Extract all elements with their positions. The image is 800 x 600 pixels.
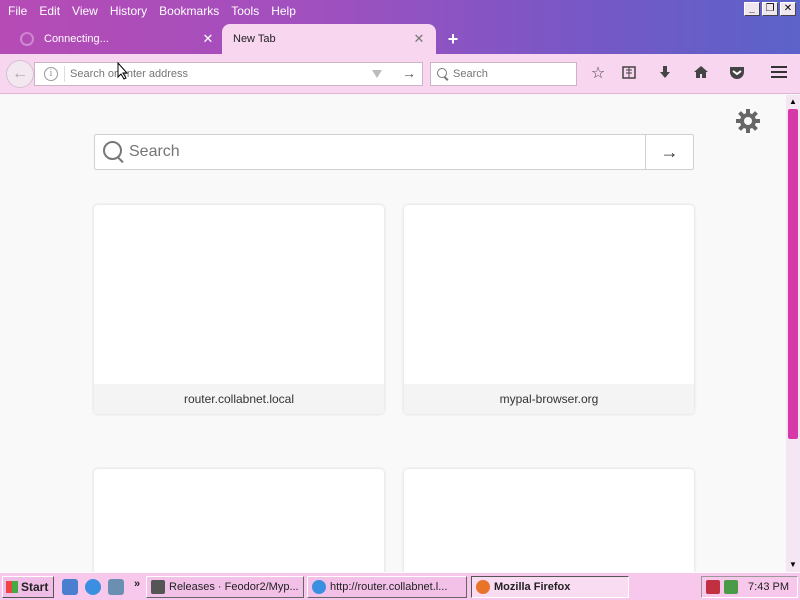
taskbar-item-label: Mozilla Firefox <box>494 581 571 593</box>
menu-history[interactable]: History <box>104 0 153 22</box>
tab-strip: Connecting... ✕ New Tab ✕ + <box>0 24 800 54</box>
menu-tools[interactable]: Tools <box>225 0 265 22</box>
star-icon[interactable]: ☆ <box>588 64 608 84</box>
info-icon[interactable]: i <box>44 67 58 81</box>
taskbar: Start » Releases · Feodor2/Myp... http:/… <box>0 572 800 600</box>
hamburger-menu-icon[interactable] <box>769 64 789 84</box>
download-icon[interactable] <box>655 64 675 84</box>
tab-title: Connecting... <box>44 33 109 45</box>
scroll-thumb[interactable] <box>788 109 798 439</box>
new-tab-page: → router.collabnet.local mypal-browser.o… <box>0 95 786 572</box>
taskbar-item[interactable]: Releases · Feodor2/Myp... <box>146 576 304 598</box>
tab-connecting[interactable]: Connecting... ✕ <box>0 24 225 54</box>
menu-bookmarks[interactable]: Bookmarks <box>153 0 225 22</box>
mypal-icon <box>151 580 165 594</box>
url-bar[interactable]: i → <box>34 62 423 86</box>
system-tray: 7:43 PM <box>701 576 798 598</box>
page-search-box[interactable]: → <box>94 134 694 170</box>
taskbar-item-label: http://router.collabnet.l... <box>330 581 448 593</box>
taskbar-item-label: Releases · Feodor2/Myp... <box>169 581 299 593</box>
reading-list-icon[interactable] <box>619 64 639 84</box>
search-icon <box>437 68 449 80</box>
top-site-tile[interactable] <box>404 469 694 572</box>
minimize-button[interactable]: _ <box>744 2 760 16</box>
start-button[interactable]: Start <box>2 576 54 598</box>
close-window-button[interactable]: ✕ <box>780 2 796 16</box>
menu-file[interactable]: File <box>2 0 33 22</box>
ie-browser-icon <box>312 580 326 594</box>
desktop-icon[interactable] <box>62 579 78 595</box>
tab-title: New Tab <box>233 33 276 45</box>
url-divider <box>64 66 65 82</box>
tab-new-tab[interactable]: New Tab ✕ <box>222 24 436 54</box>
search-submit-arrow-icon[interactable]: → <box>645 135 693 169</box>
top-site-label: router.collabnet.local <box>94 384 384 414</box>
mouse-cursor-icon <box>117 61 129 80</box>
scroll-up-arrow-icon[interactable]: ▲ <box>786 95 800 109</box>
home-icon[interactable] <box>691 64 711 84</box>
close-tab-icon[interactable]: ✕ <box>201 32 215 46</box>
firefox-icon <box>476 580 490 594</box>
close-tab-icon[interactable]: ✕ <box>412 32 426 46</box>
gear-icon[interactable] <box>735 108 761 134</box>
window-controls: _ ❐ ✕ <box>744 2 796 16</box>
url-input[interactable] <box>70 68 360 80</box>
go-arrow-icon[interactable]: → <box>402 65 416 81</box>
page-search-input[interactable] <box>129 143 629 161</box>
menu-view[interactable]: View <box>66 0 104 22</box>
windows-logo-icon <box>6 581 18 593</box>
taskbar-item-active[interactable]: Mozilla Firefox <box>471 576 629 598</box>
loading-spinner-icon <box>20 32 34 46</box>
search-input[interactable] <box>453 68 568 80</box>
back-arrow-icon[interactable]: ← <box>6 60 34 88</box>
top-site-tile[interactable]: router.collabnet.local <box>94 205 384 414</box>
scroll-down-arrow-icon[interactable]: ▼ <box>786 558 800 572</box>
vertical-scrollbar[interactable]: ▲ ▼ <box>786 95 800 572</box>
search-bar[interactable] <box>430 62 577 86</box>
mail-icon[interactable] <box>108 579 124 595</box>
shield-icon[interactable] <box>706 580 720 594</box>
menu-help[interactable]: Help <box>265 0 302 22</box>
ie-browser-icon[interactable] <box>85 579 101 595</box>
top-site-tile[interactable]: mypal-browser.org <box>404 205 694 414</box>
dropdown-arrow-icon[interactable] <box>372 70 382 78</box>
top-site-tile[interactable] <box>94 469 384 572</box>
start-label: Start <box>21 580 49 594</box>
window-titlebar: File Edit View History Bookmarks Tools H… <box>0 0 800 54</box>
quicklaunch-chevron-icon[interactable]: » <box>134 578 140 590</box>
top-site-label: mypal-browser.org <box>404 384 694 414</box>
network-icon[interactable] <box>724 580 738 594</box>
taskbar-item[interactable]: http://router.collabnet.l... <box>307 576 467 598</box>
restore-button[interactable]: ❐ <box>762 2 778 16</box>
menu-edit[interactable]: Edit <box>33 0 66 22</box>
pocket-icon[interactable] <box>727 64 747 84</box>
clock[interactable]: 7:43 PM <box>748 577 789 597</box>
search-icon <box>103 141 125 163</box>
menu-bar: File Edit View History Bookmarks Tools H… <box>0 0 302 22</box>
new-tab-plus-icon[interactable]: + <box>444 29 462 49</box>
